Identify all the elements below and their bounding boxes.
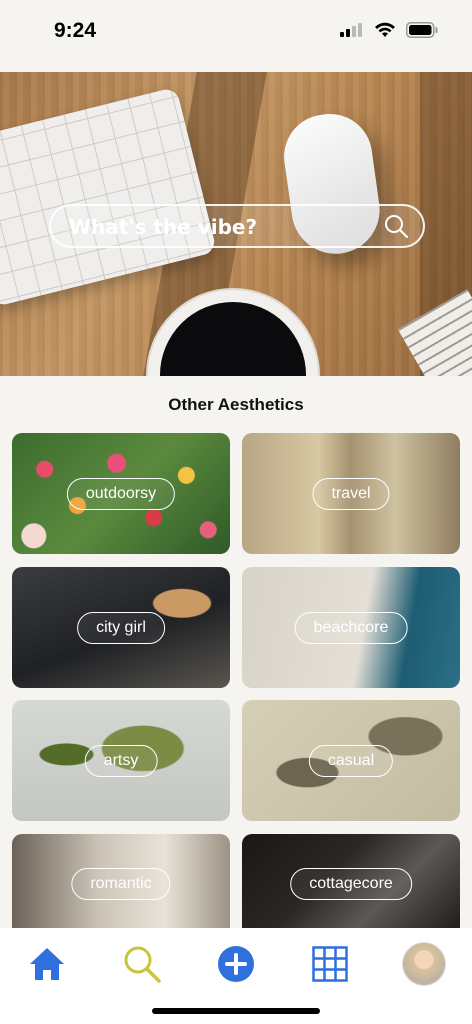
status-bar: 9:24	[0, 0, 472, 64]
tab-profile[interactable]	[400, 940, 448, 988]
search-bar[interactable]	[49, 204, 425, 248]
aesthetic-label[interactable]: artsy	[84, 744, 158, 777]
profile-avatar[interactable]	[403, 943, 445, 985]
add-icon[interactable]	[217, 945, 255, 983]
cellular-signal-icon	[340, 23, 362, 37]
section-title: Other Aesthetics	[168, 395, 304, 414]
aesthetic-label[interactable]: outdoorsy	[66, 477, 176, 510]
aesthetic-card-romantic[interactable]: romantic	[12, 834, 230, 934]
aesthetic-label[interactable]: city girl	[77, 611, 165, 644]
tab-grid[interactable]	[306, 940, 354, 988]
search-icon[interactable]	[122, 944, 162, 984]
aesthetic-card-artsy[interactable]: artsy	[12, 700, 230, 821]
home-indicator	[152, 1008, 320, 1014]
tab-search[interactable]	[118, 940, 166, 988]
tab-home[interactable]	[23, 940, 71, 988]
status-icons	[340, 22, 438, 38]
home-icon[interactable]	[28, 946, 66, 982]
aesthetic-label[interactable]: cottagecore	[290, 868, 412, 900]
aesthetic-label[interactable]: romantic	[71, 868, 171, 900]
status-time: 9:24	[54, 19, 97, 42]
wifi-icon	[375, 22, 395, 37]
battery-icon	[406, 22, 438, 38]
aesthetic-card-casual[interactable]: casual	[242, 700, 460, 821]
aesthetic-card-travel[interactable]: travel	[242, 433, 460, 554]
aesthetic-card-cottagecore[interactable]: cottagecore	[242, 834, 460, 934]
aesthetic-label[interactable]: travel	[312, 477, 390, 510]
search-input[interactable]	[67, 210, 371, 244]
aesthetic-card-city-girl[interactable]: city girl	[12, 567, 230, 688]
aesthetic-label[interactable]: casual	[308, 744, 394, 777]
aesthetic-card-outdoorsy[interactable]: outdoorsy	[12, 433, 230, 554]
search-icon[interactable]	[383, 213, 409, 239]
tab-add[interactable]	[212, 940, 260, 988]
aesthetic-card-beachcore[interactable]: beachcore	[242, 567, 460, 688]
grid-icon[interactable]	[312, 946, 348, 982]
aesthetic-label[interactable]: beachcore	[294, 611, 408, 644]
